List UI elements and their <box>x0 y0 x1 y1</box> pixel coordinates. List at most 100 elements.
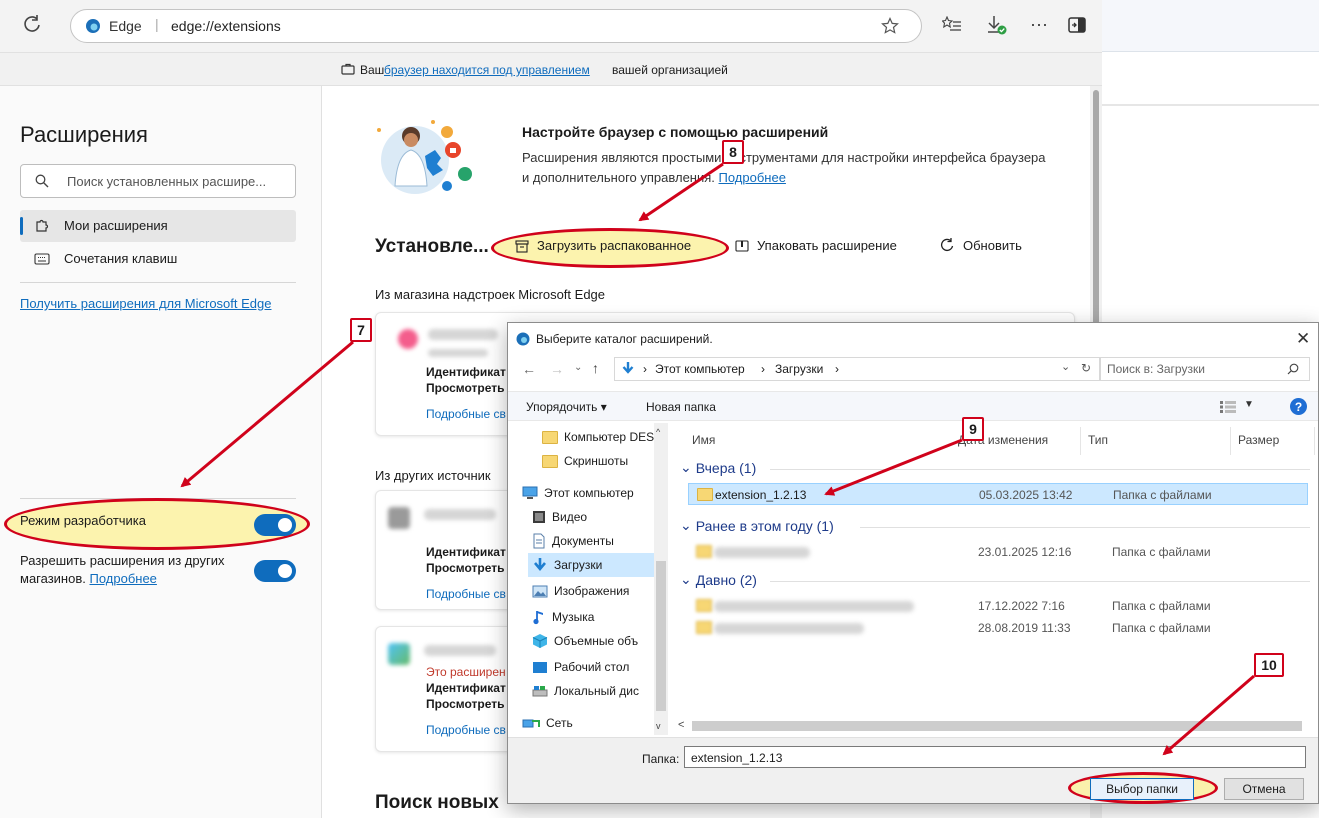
back-arrow-icon[interactable]: ← <box>522 361 536 377</box>
select-folder-button[interactable]: Выбор папки <box>1090 778 1194 800</box>
file-date: 23.01.2025 12:16 <box>978 545 1072 559</box>
dialog-search-input[interactable]: Поиск в: Загрузки <box>1100 357 1310 381</box>
blurred-name <box>714 601 914 612</box>
card-details-link[interactable]: Подробные св <box>426 407 506 421</box>
downloads-icon[interactable] <box>986 14 1008 36</box>
scroll-left-icon[interactable]: < <box>678 719 684 731</box>
get-extensions-link[interactable]: Получить расширения для Microsoft Edge <box>20 294 280 313</box>
search-icon <box>1287 363 1299 375</box>
load-unpacked-label: Загрузить распакованное <box>537 238 692 253</box>
up-arrow-icon[interactable]: ↑ <box>592 360 599 376</box>
nav-item[interactable]: Скриншоты <box>542 449 628 473</box>
breadcrumb-sep: › <box>835 362 839 376</box>
view-dropdown-icon[interactable]: ▼ <box>1244 399 1254 410</box>
scroll-up-icon[interactable]: ^ <box>656 427 660 437</box>
horizontal-scrollbar[interactable]: < <box>674 719 1318 733</box>
nav-item[interactable]: Этот компьютер <box>522 481 634 505</box>
more-menu-icon[interactable]: ··· <box>1030 14 1048 35</box>
nav-item[interactable]: Видео <box>532 505 587 529</box>
nav-item[interactable]: Музыка <box>532 605 594 629</box>
nav-item-label: Документы <box>552 534 614 548</box>
breadcrumb-sep: › <box>761 362 765 376</box>
nav-item[interactable]: Изображения <box>532 579 629 603</box>
file-row[interactable]: 17.12.2022 7:16 Папка с файлами <box>688 595 1308 617</box>
video-icon <box>532 510 546 524</box>
folder-input[interactable]: extension_1.2.13 <box>684 746 1306 768</box>
extensions-sidebar: Расширения Поиск установленных расшире..… <box>0 86 322 818</box>
recent-dropdown-icon[interactable]: ⌄ <box>574 362 582 373</box>
file-row[interactable]: 23.01.2025 12:16 Папка с файлами <box>688 541 1308 563</box>
pack-extension-button[interactable]: Упаковать расширение <box>735 238 897 253</box>
forward-arrow-icon[interactable]: → <box>550 361 564 377</box>
card-view: Просмотреть <box>426 561 505 575</box>
chevron-down-icon: ⌄ <box>680 459 692 475</box>
close-icon[interactable]: ✕ <box>1296 329 1310 349</box>
scrollbar-thumb[interactable] <box>656 561 666 711</box>
archive-icon <box>735 239 749 252</box>
column-size[interactable]: Размер <box>1238 433 1279 447</box>
nav-item[interactable]: Компьютер DES <box>542 425 654 449</box>
allow-other-link[interactable]: Подробнее <box>89 571 156 586</box>
dev-mode-label: Режим разработчика <box>20 513 147 528</box>
card-id: Идентификат <box>426 365 506 379</box>
refresh-icon[interactable] <box>22 14 42 34</box>
sidebar-item-shortcuts[interactable]: Сочетания клавиш <box>20 244 296 274</box>
card-details-link[interactable]: Подробные св <box>426 723 506 737</box>
update-button[interactable]: Обновить <box>939 237 1022 253</box>
nav-item[interactable]: Документы <box>532 529 614 553</box>
promo-link[interactable]: Подробнее <box>719 170 786 185</box>
sidebar-item-my-extensions[interactable]: Мои расширения <box>20 210 296 242</box>
load-unpacked-button[interactable]: Загрузить распакованное <box>515 238 691 253</box>
address-bar[interactable]: Edge | edge://extensions <box>70 9 922 43</box>
file-row[interactable]: 28.08.2019 11:33 Папка с файлами <box>688 617 1308 639</box>
nav-item[interactable]: Загрузки <box>528 553 660 577</box>
help-icon[interactable]: ? <box>1290 398 1307 415</box>
organize-button[interactable]: Упорядочить ▾ <box>526 400 607 414</box>
scroll-down-icon[interactable]: v <box>656 721 661 731</box>
network-icon <box>522 716 540 730</box>
file-row[interactable]: extension_1.2.13 05.03.2025 13:42 Папка … <box>688 483 1308 505</box>
view-options-icon[interactable] <box>1220 401 1236 413</box>
nav-item[interactable]: Сеть <box>522 711 573 735</box>
nav-item[interactable]: Локальный дис <box>532 679 639 703</box>
allow-other-toggle[interactable] <box>254 560 296 582</box>
managed-link[interactable]: браузер находится под управлением <box>384 63 590 77</box>
nav-scrollbar[interactable]: ^ v <box>654 423 668 735</box>
nav-item-label: Сеть <box>546 716 573 730</box>
cancel-label: Отмена <box>1242 782 1286 796</box>
sidebar-toggle-icon[interactable] <box>1068 17 1086 33</box>
breadcrumb-bar[interactable]: › Этот компьютер › Загрузки › ⌄ ↻ <box>614 357 1100 381</box>
documents-icon <box>532 533 546 549</box>
search-input[interactable]: Поиск установленных расшире... <box>20 164 296 198</box>
3d-objects-icon <box>532 633 548 649</box>
extension-icon <box>388 507 410 529</box>
card-details-link[interactable]: Подробные св <box>426 587 506 601</box>
folder-icon <box>696 599 712 612</box>
card-note: Это расширен <box>426 665 506 679</box>
nav-item[interactable]: Объемные объ <box>532 629 638 653</box>
nav-item-label: Локальный дис <box>554 684 639 698</box>
nav-item[interactable]: Рабочий стол <box>532 655 629 679</box>
divider <box>860 527 1310 528</box>
chevron-down-icon[interactable]: ⌄ <box>1061 360 1070 373</box>
group-header[interactable]: ⌄ Давно (2) <box>680 571 757 588</box>
new-folder-button[interactable]: Новая папка <box>646 400 716 414</box>
keyboard-icon <box>34 253 50 265</box>
breadcrumb-item[interactable]: Этот компьютер <box>655 362 745 376</box>
dev-mode-toggle[interactable] <box>254 514 296 536</box>
refresh-icon[interactable]: ↻ <box>1081 361 1091 375</box>
file-date: 05.03.2025 13:42 <box>979 488 1073 502</box>
blurred-name <box>428 329 498 340</box>
group-header[interactable]: ⌄ Ранее в этом году (1) <box>680 517 834 534</box>
breadcrumb-item[interactable]: Загрузки <box>775 362 823 376</box>
cancel-button[interactable]: Отмена <box>1224 778 1304 800</box>
column-type[interactable]: Тип <box>1088 433 1108 447</box>
group-header[interactable]: ⌄ Вчера (1) <box>680 459 756 476</box>
column-name[interactable]: Имя <box>692 433 715 447</box>
favorite-star-icon[interactable] <box>881 17 899 35</box>
scrollbar-thumb[interactable] <box>692 721 1302 731</box>
column-header-row: Имя Дата изменения Тип Размер <box>668 427 1318 455</box>
nav-item-label: Видео <box>552 510 588 524</box>
favorites-list-icon[interactable] <box>942 16 962 34</box>
folder-input-value: extension_1.2.13 <box>691 751 783 765</box>
